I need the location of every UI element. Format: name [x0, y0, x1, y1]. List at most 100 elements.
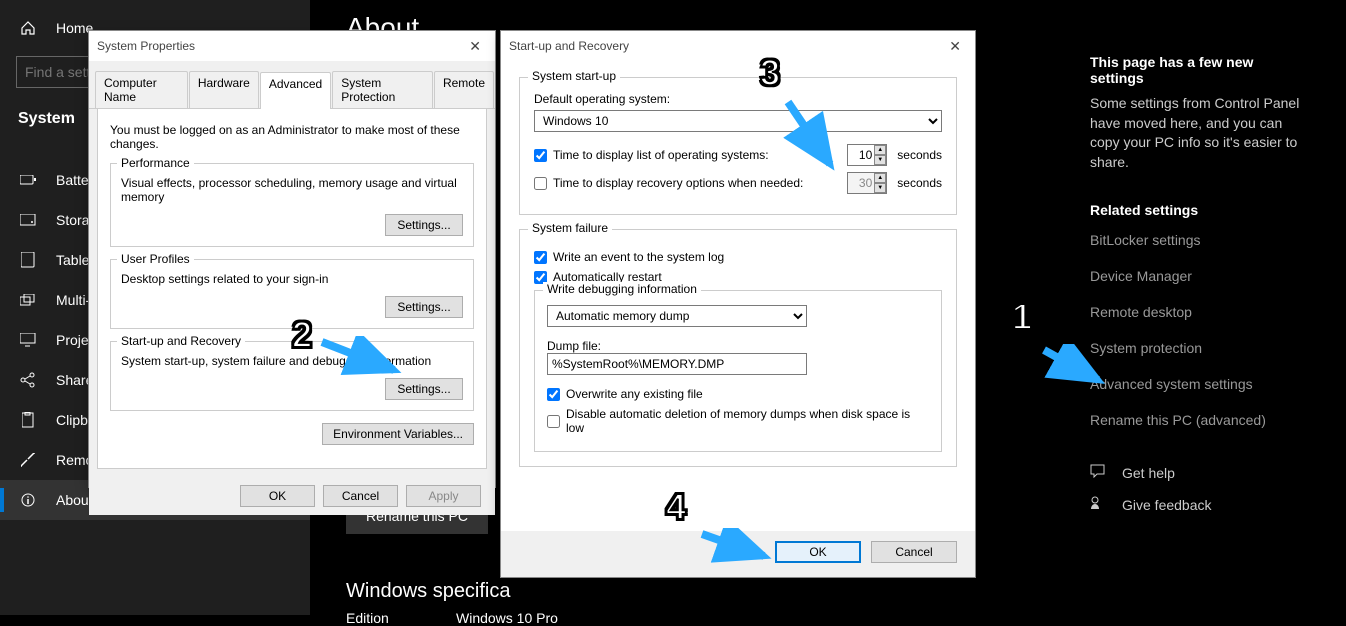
profiles-title: User Profiles: [117, 252, 194, 266]
time-recovery-checkbox-label[interactable]: Time to display recovery options when ne…: [534, 176, 803, 190]
about-icon: [18, 493, 38, 507]
close-icon[interactable]: ✕: [943, 38, 967, 55]
sidebar-label: Multi-: [56, 292, 90, 308]
dialog-body: System start-up Default operating system…: [501, 61, 975, 531]
tab-remote[interactable]: Remote: [434, 71, 494, 108]
startup-settings-button[interactable]: Settings...: [385, 378, 463, 400]
shared-icon: [18, 372, 38, 388]
link-device-manager[interactable]: Device Manager: [1090, 268, 1310, 284]
related-heading: Related settings: [1090, 202, 1310, 218]
dump-file-input[interactable]: [547, 353, 807, 375]
spinner-buttons[interactable]: ▲▼: [874, 145, 886, 165]
link-system-protection[interactable]: System protection: [1090, 340, 1310, 356]
dialog-title: System Properties: [97, 39, 195, 53]
disable-auto-text: Disable automatic deletion of memory dum…: [566, 407, 929, 435]
annotation-arrow-4: [696, 528, 776, 568]
default-os-select[interactable]: Windows 10: [534, 110, 942, 132]
system-startup-title: System start-up: [528, 69, 620, 83]
profiles-settings-button[interactable]: Settings...: [385, 296, 463, 318]
tab-computer-name[interactable]: Computer Name: [95, 71, 188, 108]
right-text: Some settings from Control Panel have mo…: [1090, 94, 1310, 172]
time-recovery-text: Time to display recovery options when ne…: [553, 176, 803, 190]
get-help-link[interactable]: Get help: [1090, 464, 1310, 481]
ok-button[interactable]: OK: [240, 485, 315, 507]
give-feedback-link[interactable]: Give feedback: [1090, 495, 1310, 514]
system-properties-dialog: System Properties ✕ Computer Name Hardwa…: [88, 30, 496, 488]
edition-value: Windows 10 Pro: [456, 610, 558, 626]
tab-strip: Computer Name Hardware Advanced System P…: [89, 61, 495, 109]
tab-hardware[interactable]: Hardware: [189, 71, 259, 108]
windows-spec-heading: Windows specifica: [346, 580, 511, 603]
close-icon[interactable]: ✕: [463, 38, 487, 55]
annotation-arrow-2: [316, 336, 406, 380]
admin-hint: You must be logged on as an Administrato…: [110, 123, 474, 151]
storage-icon: [18, 214, 38, 226]
annotation-arrow-3: [782, 96, 842, 176]
apply-button[interactable]: Apply: [406, 485, 481, 507]
startup-recovery-dialog: Start-up and Recovery ✕ System start-up …: [500, 30, 976, 578]
dialog-body: You must be logged on as an Administrato…: [97, 109, 487, 469]
help-icon: [1090, 464, 1108, 481]
debug-type-select[interactable]: Automatic memory dump: [547, 305, 807, 327]
annotation-arrow-1: [1038, 344, 1108, 388]
right-column: This page has a few new settings Some se…: [1090, 54, 1310, 528]
debug-title: Write debugging information: [543, 282, 701, 296]
annotation-number-3: 3: [760, 52, 780, 94]
performance-group: Performance Visual effects, processor sc…: [110, 163, 474, 247]
performance-title: Performance: [117, 156, 194, 170]
link-rename-pc-advanced[interactable]: Rename this PC (advanced): [1090, 412, 1310, 428]
seconds-label: seconds: [897, 176, 942, 190]
tab-advanced[interactable]: Advanced: [260, 72, 331, 109]
link-advanced-system-settings[interactable]: Advanced system settings: [1090, 376, 1310, 392]
edition-label: Edition: [346, 610, 456, 626]
overwrite-text: Overwrite any existing file: [566, 387, 703, 401]
annotation-number-4: 4: [666, 486, 686, 528]
startup-desc: System start-up, system failure and debu…: [121, 354, 463, 368]
time-recovery-checkbox[interactable]: [534, 177, 547, 190]
performance-desc: Visual effects, processor scheduling, me…: [121, 176, 463, 204]
dump-file-label: Dump file:: [547, 339, 929, 353]
time-list-checkbox[interactable]: [534, 149, 547, 162]
default-os-label: Default operating system:: [534, 92, 942, 106]
time-list-checkbox-label[interactable]: Time to display list of operating system…: [534, 148, 769, 162]
get-help-label: Get help: [1122, 465, 1175, 481]
write-event-checkbox[interactable]: [534, 251, 547, 264]
system-failure-section: System failure Write an event to the sys…: [519, 229, 957, 467]
dialog-titlebar[interactable]: System Properties ✕: [89, 31, 495, 61]
dialog-footer: OK Cancel Apply: [89, 477, 495, 515]
link-bitlocker[interactable]: BitLocker settings: [1090, 232, 1310, 248]
overwrite-label[interactable]: Overwrite any existing file: [547, 387, 703, 401]
environment-variables-button[interactable]: Environment Variables...: [322, 423, 474, 445]
write-event-text: Write an event to the system log: [553, 250, 724, 264]
multitask-icon: [18, 294, 38, 306]
startup-title: Start-up and Recovery: [117, 334, 245, 348]
cancel-button[interactable]: Cancel: [871, 541, 957, 563]
performance-settings-button[interactable]: Settings...: [385, 214, 463, 236]
link-remote-desktop[interactable]: Remote desktop: [1090, 304, 1310, 320]
sidebar-label: About: [56, 492, 93, 508]
feedback-icon: [1090, 495, 1108, 514]
system-failure-title: System failure: [528, 221, 612, 235]
overwrite-checkbox[interactable]: [547, 388, 560, 401]
seconds-label: seconds: [897, 148, 942, 162]
remote-icon: [18, 453, 38, 467]
project-icon: [18, 333, 38, 347]
right-heading: This page has a few new settings: [1090, 54, 1310, 86]
profiles-desc: Desktop settings related to your sign-in: [121, 272, 463, 286]
system-startup-section: System start-up Default operating system…: [519, 77, 957, 215]
debug-subsection: Write debugging information Automatic me…: [534, 290, 942, 452]
home-icon: [18, 20, 38, 36]
disable-auto-label[interactable]: Disable automatic deletion of memory dum…: [547, 407, 929, 435]
disable-auto-checkbox[interactable]: [547, 415, 560, 428]
clipboard-icon: [18, 412, 38, 428]
annotation-number-2: 2: [292, 314, 312, 356]
dialog-titlebar[interactable]: Start-up and Recovery ✕: [501, 31, 975, 61]
tab-system-protection[interactable]: System Protection: [332, 71, 433, 108]
cancel-button[interactable]: Cancel: [323, 485, 398, 507]
time-list-text: Time to display list of operating system…: [553, 148, 769, 162]
spinner-buttons: ▲▼: [874, 173, 886, 193]
tablet-icon: [18, 252, 38, 268]
write-event-label[interactable]: Write an event to the system log: [534, 250, 724, 264]
ok-button[interactable]: OK: [775, 541, 861, 563]
dialog-title: Start-up and Recovery: [509, 39, 629, 53]
